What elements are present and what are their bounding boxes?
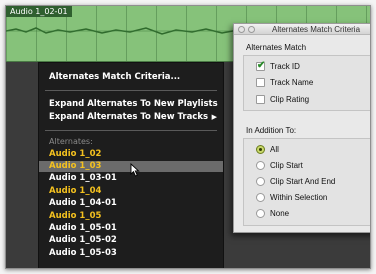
close-icon[interactable] (238, 26, 245, 33)
clip-name: Audio 1_02-01 (6, 6, 72, 17)
clip-start-radio[interactable] (256, 161, 265, 170)
menu-item-expand-tracks[interactable]: Expand Alternates To New Tracks ▶ (39, 111, 223, 123)
alternates-match-label: Alternates Match (246, 43, 307, 52)
clip-start-label: Clip Start (270, 161, 303, 170)
alternate-label: Audio 1_04-01 (49, 198, 117, 208)
alternate-label: Audio 1_05-02 (49, 235, 117, 245)
clip-rating-checkbox[interactable] (256, 95, 265, 104)
alternate-label: Audio 1_05-03 (49, 248, 117, 258)
in-addition-to-group: All Clip Start Clip Start And End Within… (243, 138, 370, 226)
within-selection-radio[interactable] (256, 193, 265, 202)
alternate-label: Audio 1_03-01 (49, 173, 117, 183)
alternate-item[interactable]: Audio 1_05-02 (39, 235, 223, 246)
alternate-label: Audio 1_03 (49, 161, 102, 171)
checkmark-icon: ✔ (257, 60, 266, 71)
in-addition-to-label: In Addition To: (246, 126, 297, 135)
alternate-label: Audio 1_05-01 (49, 223, 117, 233)
clip-start-and-end-radio[interactable] (256, 177, 265, 186)
alternates-match-criteria-window: Alternates Match Criteria Alternates Mat… (233, 23, 370, 233)
alternate-item[interactable]: Audio 1_05-03 (39, 248, 223, 259)
pro-tools-screenshot: Audio 1_02-01 Alternates Match Criteria.… (5, 5, 371, 269)
radio-dot (259, 148, 262, 151)
none-radio[interactable] (256, 209, 265, 218)
alternate-label: Audio 1_02 (49, 149, 102, 159)
clip-start-and-end-label: Clip Start And End (270, 177, 336, 186)
window-titlebar[interactable]: Alternates Match Criteria (234, 24, 370, 35)
minimize-icon[interactable] (248, 26, 255, 33)
menu-item-label: Alternates Match Criteria... (49, 72, 181, 82)
track-name-label: Track Name (270, 78, 314, 87)
window-title: Alternates Match Criteria (272, 25, 361, 34)
submenu-arrow-icon: ▶ (211, 113, 217, 121)
track-id-label: Track ID (270, 62, 300, 71)
mouse-cursor-icon (130, 163, 140, 177)
alternate-item[interactable]: Audio 1_04 (39, 186, 223, 197)
within-selection-label: Within Selection (270, 193, 328, 202)
alternate-item[interactable]: Audio 1_05-01 (39, 223, 223, 234)
alternate-label: Audio 1_05 (49, 211, 102, 221)
menu-separator (45, 130, 217, 131)
menu-separator (45, 90, 217, 91)
none-label: None (270, 209, 290, 218)
menu-item-expand-playlists[interactable]: Expand Alternates To New Playlists (39, 98, 223, 110)
clip-rating-label: Clip Rating (270, 95, 310, 104)
alternate-item[interactable]: Audio 1_02 (39, 149, 223, 160)
menu-item-match-criteria[interactable]: Alternates Match Criteria... (39, 71, 223, 83)
all-label: All (270, 145, 279, 154)
menu-item-label: Expand Alternates To New Playlists (49, 99, 218, 109)
track-id-checkbox[interactable]: ✔ (256, 60, 266, 71)
alternate-item[interactable]: Audio 1_05 (39, 211, 223, 222)
alternates-match-group: ✔ Track ID Track Name Clip Rating (243, 55, 370, 111)
all-radio[interactable] (256, 145, 265, 154)
menu-item-label: Expand Alternates To New Tracks (49, 112, 209, 122)
track-name-checkbox[interactable] (256, 78, 265, 87)
alternate-label: Audio 1_04 (49, 186, 102, 196)
alternate-item[interactable]: Audio 1_04-01 (39, 198, 223, 209)
alternates-header: Alternates: (49, 137, 93, 146)
